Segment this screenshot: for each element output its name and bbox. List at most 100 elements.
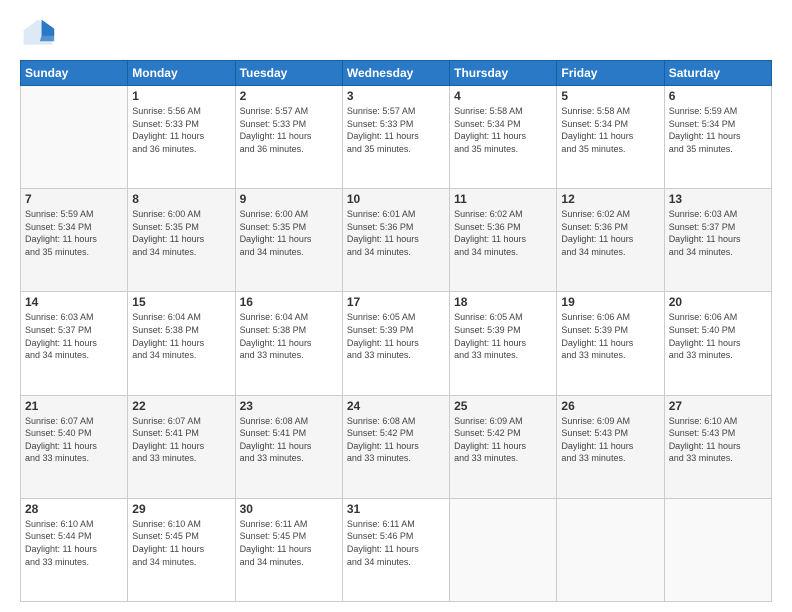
- logo-icon: [20, 16, 56, 52]
- calendar-cell: 26Sunrise: 6:09 AM Sunset: 5:43 PM Dayli…: [557, 395, 664, 498]
- day-number: 17: [347, 295, 445, 309]
- calendar-cell: 16 Sunrise: 6:04 AM Sunset: 5:38 PM Dayli…: [235, 292, 342, 395]
- calendar-cell: 28 Sunrise: 6:10 AM Sunset: 5:44 PM Dayli…: [21, 498, 128, 601]
- day-info: Sunrise: 5:56 AM Sunset: 5:33 PM Dayligh…: [132, 105, 230, 155]
- day-number: 25: [454, 399, 552, 413]
- calendar-cell: 12 Sunrise: 6:02 AM Sunset: 5:36 PM Dayli…: [557, 189, 664, 292]
- day-info: Sunrise: 6:02 AM Sunset: 5:36 PM Dayligh…: [561, 208, 659, 258]
- calendar-table: SundayMondayTuesdayWednesdayThursdayFrid…: [20, 60, 772, 602]
- day-number: 29: [132, 502, 230, 516]
- calendar-cell: 27Sunrise: 6:10 AM Sunset: 5:43 PM Dayli…: [664, 395, 771, 498]
- day-info: Sunrise: 6:08 AM Sunset: 5:42 PM Dayligh…: [347, 415, 445, 465]
- calendar-cell: 20 Sunrise: 6:06 AM Sunset: 5:40 PM Dayli…: [664, 292, 771, 395]
- day-info: Sunrise: 6:07 AM Sunset: 5:41 PM Dayligh…: [132, 415, 230, 465]
- calendar-cell: 1 Sunrise: 5:56 AM Sunset: 5:33 PM Daylig…: [128, 86, 235, 189]
- day-number: 15: [132, 295, 230, 309]
- day-info: Sunrise: 6:04 AM Sunset: 5:38 PM Dayligh…: [240, 311, 338, 361]
- calendar-cell: 13 Sunrise: 6:03 AM Sunset: 5:37 PM Dayli…: [664, 189, 771, 292]
- calendar-cell: 14 Sunrise: 6:03 AM Sunset: 5:37 PM Dayli…: [21, 292, 128, 395]
- day-number: 16: [240, 295, 338, 309]
- calendar-cell: 15 Sunrise: 6:04 AM Sunset: 5:38 PM Dayli…: [128, 292, 235, 395]
- day-number: 30: [240, 502, 338, 516]
- col-header-saturday: Saturday: [664, 61, 771, 86]
- day-info: Sunrise: 6:08 AM Sunset: 5:41 PM Dayligh…: [240, 415, 338, 465]
- day-info: Sunrise: 6:05 AM Sunset: 5:39 PM Dayligh…: [454, 311, 552, 361]
- day-info: Sunrise: 5:57 AM Sunset: 5:33 PM Dayligh…: [347, 105, 445, 155]
- calendar-cell: 3Sunrise: 5:57 AM Sunset: 5:33 PM Daylig…: [342, 86, 449, 189]
- calendar-cell: 21Sunrise: 6:07 AM Sunset: 5:40 PM Dayli…: [21, 395, 128, 498]
- day-info: Sunrise: 6:01 AM Sunset: 5:36 PM Dayligh…: [347, 208, 445, 258]
- calendar-cell: [664, 498, 771, 601]
- col-header-wednesday: Wednesday: [342, 61, 449, 86]
- week-row-1: 1 Sunrise: 5:56 AM Sunset: 5:33 PM Daylig…: [21, 86, 772, 189]
- day-info: Sunrise: 5:59 AM Sunset: 5:34 PM Dayligh…: [25, 208, 123, 258]
- calendar-cell: 29 Sunrise: 6:10 AM Sunset: 5:45 PM Dayli…: [128, 498, 235, 601]
- calendar-cell: 11Sunrise: 6:02 AM Sunset: 5:36 PM Dayli…: [450, 189, 557, 292]
- day-number: 18: [454, 295, 552, 309]
- col-header-thursday: Thursday: [450, 61, 557, 86]
- calendar-cell: 8Sunrise: 6:00 AM Sunset: 5:35 PM Daylig…: [128, 189, 235, 292]
- calendar-cell: 22 Sunrise: 6:07 AM Sunset: 5:41 PM Dayli…: [128, 395, 235, 498]
- week-row-2: 7Sunrise: 5:59 AM Sunset: 5:34 PM Daylig…: [21, 189, 772, 292]
- day-number: 5: [561, 89, 659, 103]
- day-number: 4: [454, 89, 552, 103]
- day-number: 11: [454, 192, 552, 206]
- day-number: 12: [561, 192, 659, 206]
- day-info: Sunrise: 6:06 AM Sunset: 5:40 PM Dayligh…: [669, 311, 767, 361]
- day-number: 9: [240, 192, 338, 206]
- calendar-cell: 4 Sunrise: 5:58 AM Sunset: 5:34 PM Daylig…: [450, 86, 557, 189]
- day-number: 28: [25, 502, 123, 516]
- calendar-cell: [21, 86, 128, 189]
- col-header-tuesday: Tuesday: [235, 61, 342, 86]
- day-number: 27: [669, 399, 767, 413]
- day-info: Sunrise: 5:59 AM Sunset: 5:34 PM Dayligh…: [669, 105, 767, 155]
- day-number: 14: [25, 295, 123, 309]
- day-number: 8: [132, 192, 230, 206]
- calendar-cell: 10Sunrise: 6:01 AM Sunset: 5:36 PM Dayli…: [342, 189, 449, 292]
- calendar-cell: 19 Sunrise: 6:06 AM Sunset: 5:39 PM Dayli…: [557, 292, 664, 395]
- day-info: Sunrise: 6:03 AM Sunset: 5:37 PM Dayligh…: [25, 311, 123, 361]
- calendar-cell: 7Sunrise: 5:59 AM Sunset: 5:34 PM Daylig…: [21, 189, 128, 292]
- day-info: Sunrise: 6:06 AM Sunset: 5:39 PM Dayligh…: [561, 311, 659, 361]
- day-number: 24: [347, 399, 445, 413]
- calendar-cell: 31 Sunrise: 6:11 AM Sunset: 5:46 PM Dayli…: [342, 498, 449, 601]
- day-info: Sunrise: 5:58 AM Sunset: 5:34 PM Dayligh…: [561, 105, 659, 155]
- day-number: 19: [561, 295, 659, 309]
- day-info: Sunrise: 5:57 AM Sunset: 5:33 PM Dayligh…: [240, 105, 338, 155]
- day-info: Sunrise: 6:00 AM Sunset: 5:35 PM Dayligh…: [240, 208, 338, 258]
- calendar-cell: 17Sunrise: 6:05 AM Sunset: 5:39 PM Dayli…: [342, 292, 449, 395]
- header-row: SundayMondayTuesdayWednesdayThursdayFrid…: [21, 61, 772, 86]
- day-number: 13: [669, 192, 767, 206]
- day-number: 22: [132, 399, 230, 413]
- calendar-cell: 9 Sunrise: 6:00 AM Sunset: 5:35 PM Daylig…: [235, 189, 342, 292]
- page: SundayMondayTuesdayWednesdayThursdayFrid…: [0, 0, 792, 612]
- logo: [20, 16, 60, 52]
- calendar-cell: 5 Sunrise: 5:58 AM Sunset: 5:34 PM Daylig…: [557, 86, 664, 189]
- day-info: Sunrise: 6:03 AM Sunset: 5:37 PM Dayligh…: [669, 208, 767, 258]
- header: [20, 16, 772, 52]
- day-number: 2: [240, 89, 338, 103]
- day-number: 31: [347, 502, 445, 516]
- week-row-4: 21Sunrise: 6:07 AM Sunset: 5:40 PM Dayli…: [21, 395, 772, 498]
- day-number: 1: [132, 89, 230, 103]
- calendar-cell: 2 Sunrise: 5:57 AM Sunset: 5:33 PM Daylig…: [235, 86, 342, 189]
- day-info: Sunrise: 5:58 AM Sunset: 5:34 PM Dayligh…: [454, 105, 552, 155]
- day-info: Sunrise: 6:10 AM Sunset: 5:44 PM Dayligh…: [25, 518, 123, 568]
- day-number: 21: [25, 399, 123, 413]
- day-info: Sunrise: 6:09 AM Sunset: 5:42 PM Dayligh…: [454, 415, 552, 465]
- calendar-cell: 30Sunrise: 6:11 AM Sunset: 5:45 PM Dayli…: [235, 498, 342, 601]
- day-number: 20: [669, 295, 767, 309]
- day-number: 26: [561, 399, 659, 413]
- day-info: Sunrise: 6:11 AM Sunset: 5:46 PM Dayligh…: [347, 518, 445, 568]
- calendar-cell: 6Sunrise: 5:59 AM Sunset: 5:34 PM Daylig…: [664, 86, 771, 189]
- day-info: Sunrise: 6:10 AM Sunset: 5:45 PM Dayligh…: [132, 518, 230, 568]
- day-number: 23: [240, 399, 338, 413]
- week-row-3: 14 Sunrise: 6:03 AM Sunset: 5:37 PM Dayli…: [21, 292, 772, 395]
- col-header-monday: Monday: [128, 61, 235, 86]
- day-info: Sunrise: 6:04 AM Sunset: 5:38 PM Dayligh…: [132, 311, 230, 361]
- calendar-cell: 18 Sunrise: 6:05 AM Sunset: 5:39 PM Dayli…: [450, 292, 557, 395]
- calendar-cell: 23 Sunrise: 6:08 AM Sunset: 5:41 PM Dayli…: [235, 395, 342, 498]
- week-row-5: 28 Sunrise: 6:10 AM Sunset: 5:44 PM Dayli…: [21, 498, 772, 601]
- col-header-friday: Friday: [557, 61, 664, 86]
- calendar-cell: 25 Sunrise: 6:09 AM Sunset: 5:42 PM Dayli…: [450, 395, 557, 498]
